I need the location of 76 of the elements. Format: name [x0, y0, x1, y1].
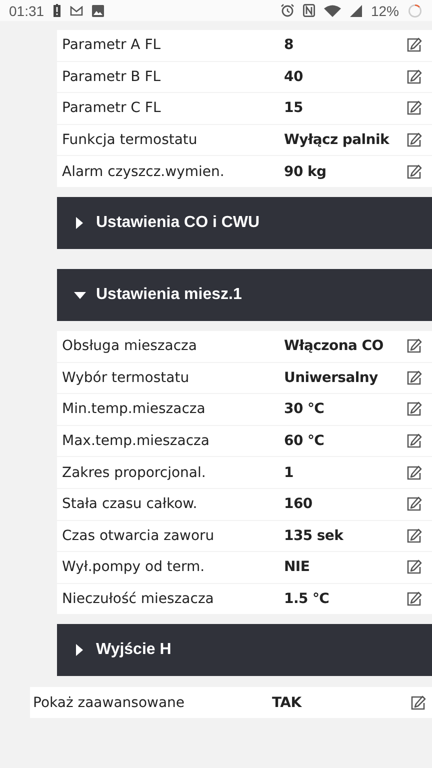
setting-label: Parametr B FL: [62, 68, 162, 85]
setting-value: Włączona CO: [284, 338, 384, 354]
battery-percent: 12%: [370, 2, 399, 18]
edit-icon[interactable]: [406, 528, 422, 544]
section-header[interactable]: Ustawienia CO i CWU: [57, 196, 432, 249]
edit-icon[interactable]: [406, 464, 422, 481]
settings-row[interactable]: Wybór termostatu Uniwersalny: [57, 362, 432, 394]
setting-value: 15: [284, 100, 304, 116]
signal-icon: [350, 4, 362, 16]
nfc-icon: [302, 4, 315, 17]
setting-value: 30 °C: [284, 401, 326, 418]
alarm-icon: [280, 4, 294, 17]
settings-row[interactable]: Parametr C FL 15: [57, 93, 432, 124]
settings-row[interactable]: Pokaż zaawansowane TAK: [30, 687, 432, 718]
image-icon: [92, 4, 104, 16]
setting-label: Wył.pompy od term.: [62, 559, 206, 576]
setting-value: 135 sek: [284, 528, 344, 544]
edit-icon[interactable]: [406, 370, 422, 386]
setting-value: Wyłącz palnik: [284, 132, 390, 148]
settings-row[interactable]: Stała czasu całkow. 160: [57, 488, 432, 520]
setting-label: Pokaż zaawansowane: [33, 694, 186, 711]
settings-row[interactable]: Parametr B FL 40: [57, 62, 432, 92]
battery-ring-icon: [408, 4, 422, 18]
edit-icon[interactable]: [406, 100, 422, 116]
edit-icon[interactable]: [406, 338, 422, 354]
setting-label: Parametr A FL: [62, 37, 162, 54]
wifi-icon: [324, 4, 341, 16]
section-title: Ustawienia miesz.1: [96, 286, 242, 304]
setting-label: Parametr C FL: [62, 100, 162, 116]
mail-icon: [70, 6, 84, 16]
setting-value: 60 °C: [284, 433, 326, 450]
settings-row[interactable]: Max.temp.mieszacza 60 °C: [57, 426, 432, 456]
settings-row[interactable]: Alarm czyszcz.wymien. 90 kg: [57, 156, 432, 187]
settings-row[interactable]: Obsługa mieszacza Włączona CO: [57, 330, 432, 362]
setting-value: 40: [284, 68, 304, 85]
setting-label: Max.temp.mieszacza: [62, 433, 210, 450]
settings-row[interactable]: Parametr A FL 8: [57, 30, 432, 61]
clock-time: 01:31: [9, 2, 44, 18]
setting-label: Alarm czyszcz.wymien.: [62, 164, 226, 180]
settings-row[interactable]: Min.temp.mieszacza 30 °C: [57, 394, 432, 425]
setting-label: Funkcja termostatu: [62, 132, 198, 148]
edit-icon[interactable]: [406, 433, 422, 450]
setting-value: 8: [284, 37, 294, 54]
section-header[interactable]: Wyjście H: [57, 624, 432, 676]
section-title: Ustawienia CO i CWU: [96, 214, 260, 232]
settings-row[interactable]: Funkcja termostatu Wyłącz palnik: [57, 124, 432, 156]
edit-icon[interactable]: [406, 401, 422, 418]
setting-value: 1.5 °C: [284, 591, 330, 608]
setting-label: Min.temp.mieszacza: [62, 401, 206, 418]
section-header[interactable]: Ustawienia miesz.1: [57, 268, 432, 321]
edit-icon[interactable]: [406, 496, 422, 512]
setting-value: Uniwersalny: [284, 370, 379, 386]
edit-icon[interactable]: [406, 37, 422, 54]
setting-label: Stała czasu całkow.: [62, 496, 198, 512]
settings-row[interactable]: Czas otwarcia zaworu 135 sek: [57, 520, 432, 552]
edit-icon[interactable]: [406, 132, 422, 148]
setting-value: NIE: [284, 559, 311, 576]
edit-icon[interactable]: [406, 68, 422, 85]
edit-icon[interactable]: [406, 591, 422, 608]
setting-label: Czas otwarcia zaworu: [62, 528, 216, 544]
settings-row[interactable]: Zakres proporcjonal. 1: [57, 457, 432, 488]
setting-label: Wybór termostatu: [62, 370, 190, 386]
battery-alert-icon: [53, 4, 62, 17]
setting-value: 160: [284, 496, 314, 512]
setting-value: 1: [284, 464, 294, 481]
setting-value: 90 kg: [284, 164, 328, 180]
edit-icon[interactable]: [410, 694, 426, 711]
setting-value: TAK: [272, 694, 303, 711]
section-title: Wyjście H: [96, 641, 172, 660]
setting-label: Nieczułość mieszacza: [62, 591, 215, 608]
edit-icon[interactable]: [406, 164, 422, 180]
settings-row[interactable]: Wył.pompy od term. NIE: [57, 552, 432, 583]
edit-icon[interactable]: [406, 559, 422, 576]
setting-label: Obsługa mieszacza: [62, 338, 198, 354]
settings-row[interactable]: Nieczułość mieszacza 1.5 °C: [57, 584, 432, 614]
setting-label: Zakres proporcjonal.: [62, 464, 207, 481]
